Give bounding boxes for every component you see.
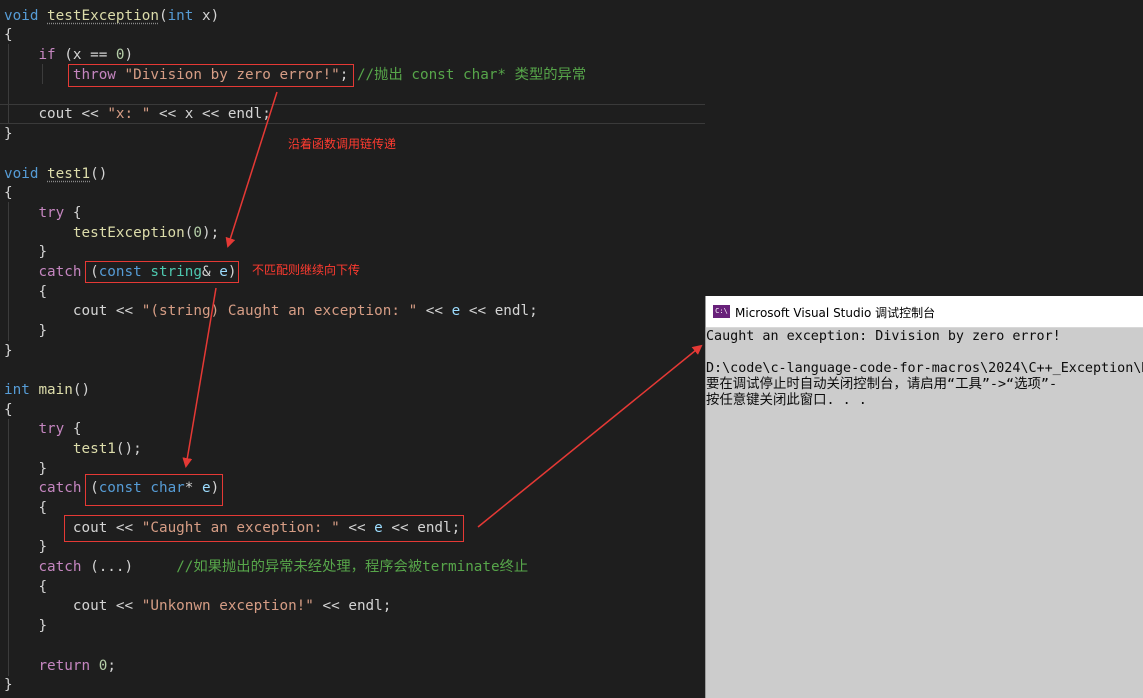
arrow-propagate xyxy=(225,91,278,248)
console-output[interactable]: Caught an exception: Division by zero er… xyxy=(706,328,1143,409)
console-app-icon: C:\ xyxy=(713,305,730,318)
console-line: Caught an exception: Division by zero er… xyxy=(706,329,1061,344)
arrow-to-console xyxy=(477,344,703,528)
console-titlebar[interactable]: C:\ Microsoft Visual Studio 调试控制台 xyxy=(706,296,1143,328)
arrow-no-match xyxy=(182,287,217,468)
console-line: 按任意键关闭此窗口. . . xyxy=(706,393,867,408)
console-title: Microsoft Visual Studio 调试控制台 xyxy=(735,306,936,320)
console-line: 要在调试停止时自动关闭控制台，请启用“工具”->“选项”- xyxy=(706,377,1058,392)
debug-console-window[interactable]: C:\ Microsoft Visual Studio 调试控制台 Caught… xyxy=(705,296,1143,698)
console-line: D:\code\c-language-code-for-macros\2024\… xyxy=(706,361,1143,376)
